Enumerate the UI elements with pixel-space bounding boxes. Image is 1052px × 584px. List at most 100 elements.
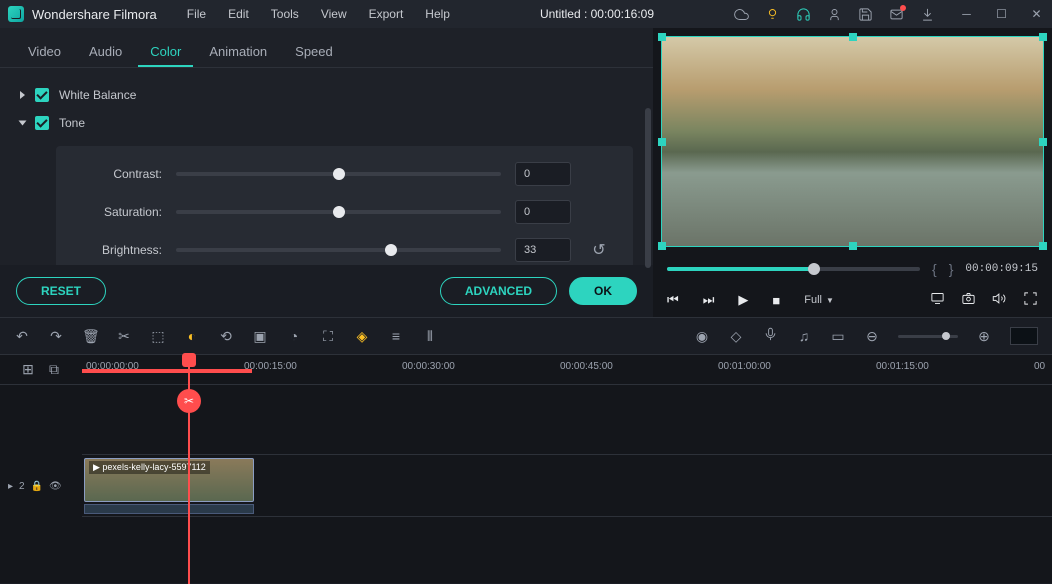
freeze-icon[interactable]: ▣ — [252, 328, 268, 345]
handle-bm[interactable] — [849, 242, 857, 250]
headphones-icon[interactable] — [796, 7, 811, 22]
mark-out-icon[interactable]: } — [949, 261, 954, 277]
render-icon[interactable]: ◉ — [694, 328, 710, 345]
keyframe-icon[interactable]: ◈ — [354, 328, 370, 345]
cloud-icon[interactable] — [734, 7, 749, 22]
panel-scrollbar[interactable] — [645, 108, 651, 268]
preview-scrubber[interactable] — [667, 267, 920, 271]
maximize-icon[interactable]: ☐ — [994, 7, 1009, 22]
audio-clip[interactable] — [84, 504, 254, 514]
advanced-button[interactable]: ADVANCED — [440, 277, 557, 305]
prev-frame-icon[interactable]: ⏮ — [667, 292, 679, 308]
video-clip[interactable]: ▶ pexels-kelly-lacy-5597112 — [84, 458, 254, 502]
play-icon[interactable]: ▶ — [738, 292, 748, 308]
video-track[interactable]: ▶ pexels-kelly-lacy-5597112 — [82, 455, 1052, 517]
duration-icon[interactable]: ◔ — [286, 328, 302, 344]
ruler-mark: 00:01:15:00 — [876, 361, 929, 372]
zoom-in-icon[interactable]: ⊕ — [976, 328, 992, 345]
preview-viewport[interactable] — [661, 36, 1044, 247]
ruler-mark: 00 — [1034, 361, 1045, 372]
zoom-slider[interactable] — [898, 335, 958, 338]
mixer-icon[interactable]: ♫ — [796, 328, 812, 344]
menu-export[interactable]: Export — [359, 3, 414, 25]
volume-icon[interactable] — [992, 291, 1007, 309]
handle-mr[interactable] — [1039, 138, 1047, 146]
brightness-value[interactable]: 33 — [515, 238, 571, 262]
tone-checkbox[interactable] — [35, 116, 49, 130]
tab-animation[interactable]: Animation — [197, 38, 279, 67]
handle-tm[interactable] — [849, 33, 857, 41]
menu-file[interactable]: File — [177, 3, 216, 25]
stop-icon[interactable]: ■ — [772, 293, 780, 308]
delete-icon[interactable]: 🗑 — [82, 328, 98, 345]
zoom-out-icon[interactable]: ⊖ — [864, 328, 880, 345]
menu-help[interactable]: Help — [415, 3, 460, 25]
chevron-right-icon — [20, 91, 25, 99]
contrast-value[interactable]: 0 — [515, 162, 571, 186]
timeline-ruler[interactable]: ✂ 00:00:00:00 00:00:15:00 00:00:30:00 00… — [82, 355, 1052, 384]
ruler-mark: 00:00:15:00 — [244, 361, 297, 372]
chevron-down-icon — [19, 121, 27, 126]
crop-icon[interactable]: ⬚ — [150, 328, 166, 345]
lightbulb-icon[interactable] — [765, 7, 780, 22]
timeline-toolbar: ↶ ↷ 🗑 ✂ ⬚ ◐ ⟲ ▣ ◔ ⛶ ◈ ≡ ⫴ ◉ ◇ ♫ ▭ ⊖ ⊕ — [0, 317, 1052, 355]
handle-tr[interactable] — [1039, 33, 1047, 41]
brightness-reset-icon[interactable]: ↺ — [585, 240, 613, 260]
tab-color[interactable]: Color — [138, 38, 193, 67]
track-spacer — [0, 385, 82, 455]
close-icon[interactable]: ✕ — [1029, 7, 1044, 22]
brightness-slider[interactable] — [176, 248, 501, 252]
adjust-icon[interactable]: ≡ — [388, 328, 404, 344]
fullscreen-icon[interactable] — [1023, 291, 1038, 309]
image-icon[interactable]: ▭ — [830, 328, 846, 345]
tab-video[interactable]: Video — [16, 38, 73, 67]
rotate-icon[interactable]: ⟲ — [218, 328, 234, 345]
scissors-icon[interactable]: ✂ — [177, 389, 201, 413]
menu-view[interactable]: View — [311, 3, 357, 25]
saturation-value[interactable]: 0 — [515, 200, 571, 224]
white-balance-checkbox[interactable] — [35, 88, 49, 102]
link-icon[interactable]: ⧉ — [46, 361, 62, 378]
lock-icon[interactable]: 🔒 — [31, 481, 43, 492]
contrast-slider[interactable] — [176, 172, 501, 176]
mark-in-icon[interactable]: { — [932, 261, 937, 277]
mini-preview[interactable] — [1010, 327, 1038, 345]
track-empty[interactable] — [82, 385, 1052, 455]
saturation-slider[interactable] — [176, 210, 501, 214]
download-icon[interactable] — [920, 7, 935, 22]
handle-ml[interactable] — [658, 138, 666, 146]
preview-size-select[interactable]: Full▼ — [804, 294, 834, 306]
snapshot-icon[interactable] — [961, 291, 976, 309]
playhead[interactable]: ✂ — [188, 355, 190, 584]
video-track-controls[interactable]: ▸2 🔒 👁 — [0, 455, 82, 517]
display-icon[interactable] — [930, 291, 945, 309]
handle-bl[interactable] — [658, 242, 666, 250]
fit-icon[interactable]: ⛶ — [320, 328, 336, 345]
next-frame-icon[interactable]: ⏭ — [703, 292, 715, 308]
ok-button[interactable]: OK — [569, 277, 637, 305]
tone-header[interactable]: Tone — [20, 112, 633, 134]
eye-icon[interactable]: 👁 — [49, 481, 62, 492]
menu-tools[interactable]: Tools — [261, 3, 309, 25]
marker-icon[interactable]: ◇ — [728, 328, 744, 345]
save-icon[interactable] — [858, 7, 873, 22]
white-balance-header[interactable]: White Balance — [20, 84, 633, 106]
account-icon[interactable] — [827, 7, 842, 22]
add-track-icon[interactable]: ⊞ — [20, 361, 36, 378]
mail-icon[interactable] — [889, 7, 904, 22]
audio-wave-icon[interactable]: ⫴ — [422, 328, 438, 345]
mic-icon[interactable] — [762, 327, 778, 345]
tab-audio[interactable]: Audio — [77, 38, 134, 67]
reset-button[interactable]: RESET — [16, 277, 106, 305]
redo-icon[interactable]: ↷ — [48, 328, 64, 345]
undo-icon[interactable]: ↶ — [14, 328, 30, 345]
menu-edit[interactable]: Edit — [218, 3, 259, 25]
handle-br[interactable] — [1039, 242, 1047, 250]
minimize-icon[interactable]: ─ — [959, 7, 974, 22]
handle-tl[interactable] — [658, 33, 666, 41]
property-tabs: Video Audio Color Animation Speed — [0, 28, 653, 68]
split-icon[interactable]: ✂ — [116, 328, 132, 345]
tone-label: Tone — [59, 116, 85, 130]
tab-speed[interactable]: Speed — [283, 38, 345, 67]
speed-icon[interactable]: ◐ — [184, 328, 200, 344]
